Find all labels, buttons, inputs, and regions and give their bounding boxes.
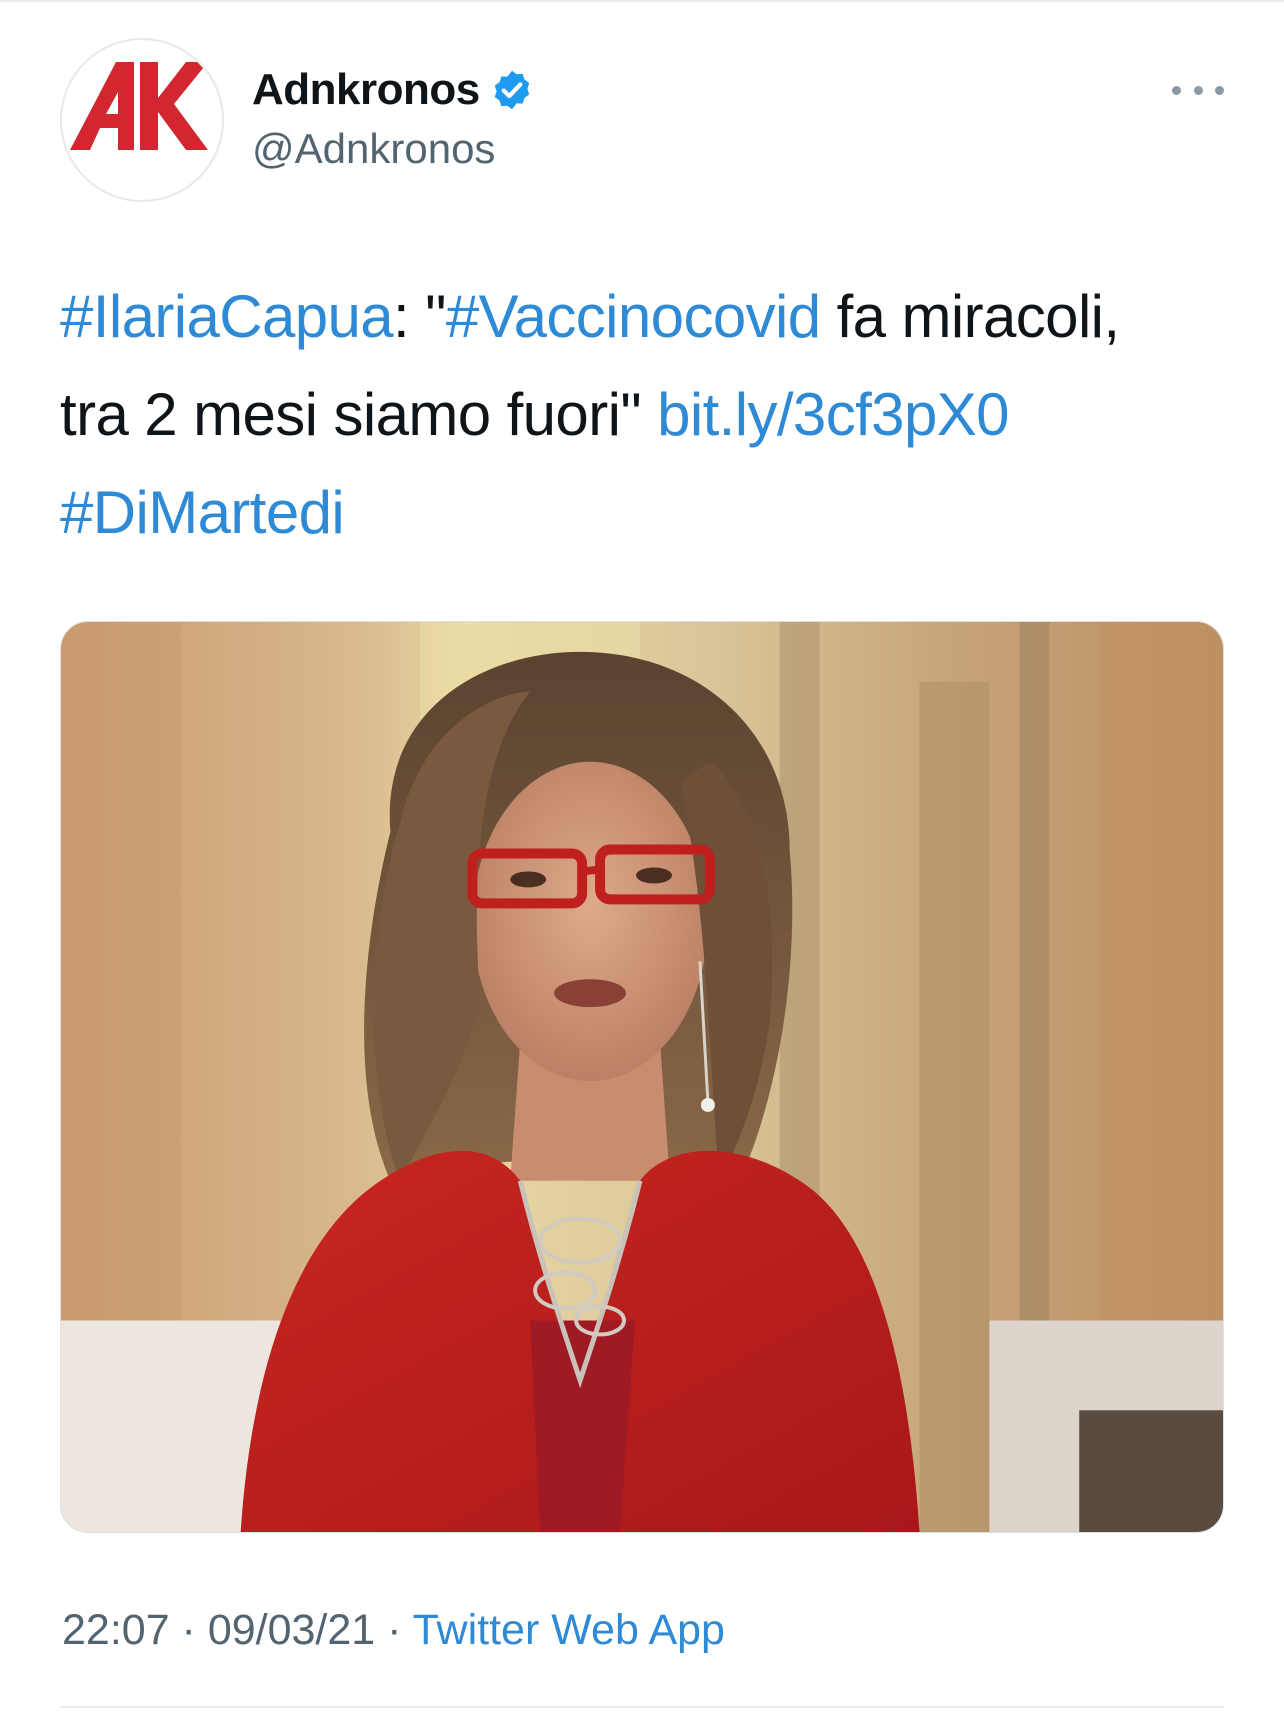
avatar[interactable] xyxy=(60,38,224,202)
photo-woman-red-jacket-icon xyxy=(61,622,1223,1532)
meta-separator: · xyxy=(169,1606,208,1654)
tweet-time[interactable]: 22:07 xyxy=(62,1606,170,1654)
adnkronos-logo-icon xyxy=(70,62,208,150)
tweet-date[interactable]: 09/03/21 xyxy=(208,1606,375,1654)
bottom-divider xyxy=(60,1706,1224,1708)
tweet-source-link[interactable]: Twitter Web App xyxy=(413,1606,725,1654)
tweet-text: #IlariaCapua: "#Vaccinocovid fa miracoli… xyxy=(60,268,1200,562)
display-name[interactable]: Adnkronos xyxy=(252,65,480,115)
hashtag-dimartedi[interactable]: #DiMartedi xyxy=(60,479,345,546)
dot xyxy=(1193,85,1203,95)
hashtag-ilariacapua[interactable]: #IlariaCapua xyxy=(60,283,394,350)
dot xyxy=(1215,85,1224,95)
more-options-icon[interactable] xyxy=(1172,70,1224,110)
meta-separator: · xyxy=(375,1606,413,1654)
short-link[interactable]: bit.ly/3cf3pX0 xyxy=(657,381,1009,448)
hashtag-vaccinocovid[interactable]: #Vaccinocovid xyxy=(446,283,821,350)
top-divider xyxy=(0,0,1284,2)
tweet-meta: 22:07 · 09/03/21 · Twitter Web App xyxy=(62,1606,725,1655)
tweet-text-fragment: : " xyxy=(393,283,446,350)
user-handle[interactable]: @Adnkronos xyxy=(252,125,495,173)
dot xyxy=(1172,85,1181,95)
tweet-photo[interactable] xyxy=(60,621,1224,1533)
display-name-row[interactable]: Adnkronos xyxy=(252,62,534,118)
verified-badge-icon xyxy=(490,68,534,112)
